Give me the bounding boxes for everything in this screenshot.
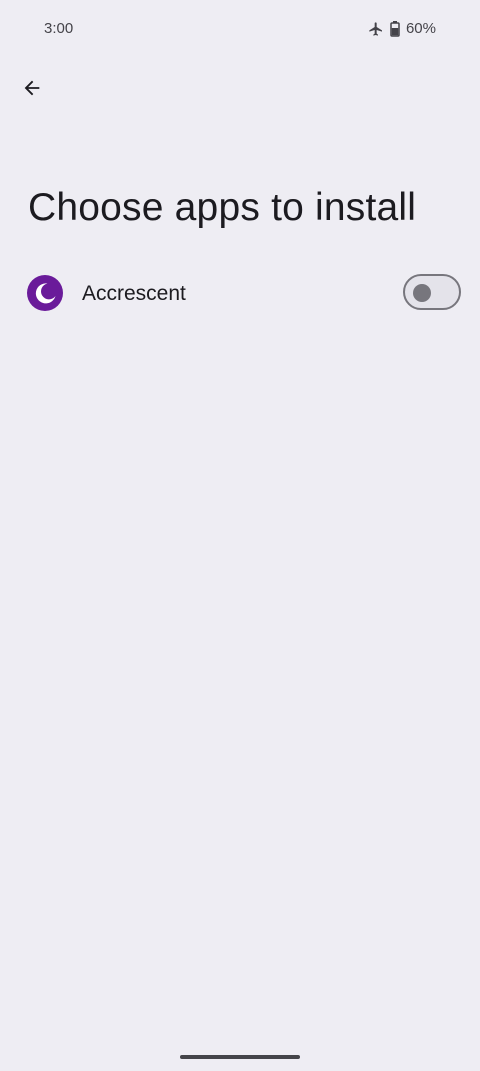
status-time: 3:00 <box>44 20 74 37</box>
install-toggle-switch[interactable] <box>403 274 461 310</box>
gesture-navigation-handle[interactable] <box>180 1055 300 1059</box>
status-bar: 3:00 60% <box>0 0 480 60</box>
toggle-thumb <box>413 284 431 302</box>
battery-icon <box>390 20 400 37</box>
back-button[interactable] <box>12 70 52 110</box>
arrow-back-icon <box>21 77 43 104</box>
battery-percentage: 60% <box>405 20 436 37</box>
app-name: Accrescent <box>82 282 186 305</box>
page-title: Choose apps to install <box>28 186 417 229</box>
app-list-item[interactable]: Accrescent <box>0 266 480 322</box>
status-icons: 60% <box>368 20 436 37</box>
airplane-icon <box>368 21 384 37</box>
accrescent-logo-icon <box>27 275 63 311</box>
